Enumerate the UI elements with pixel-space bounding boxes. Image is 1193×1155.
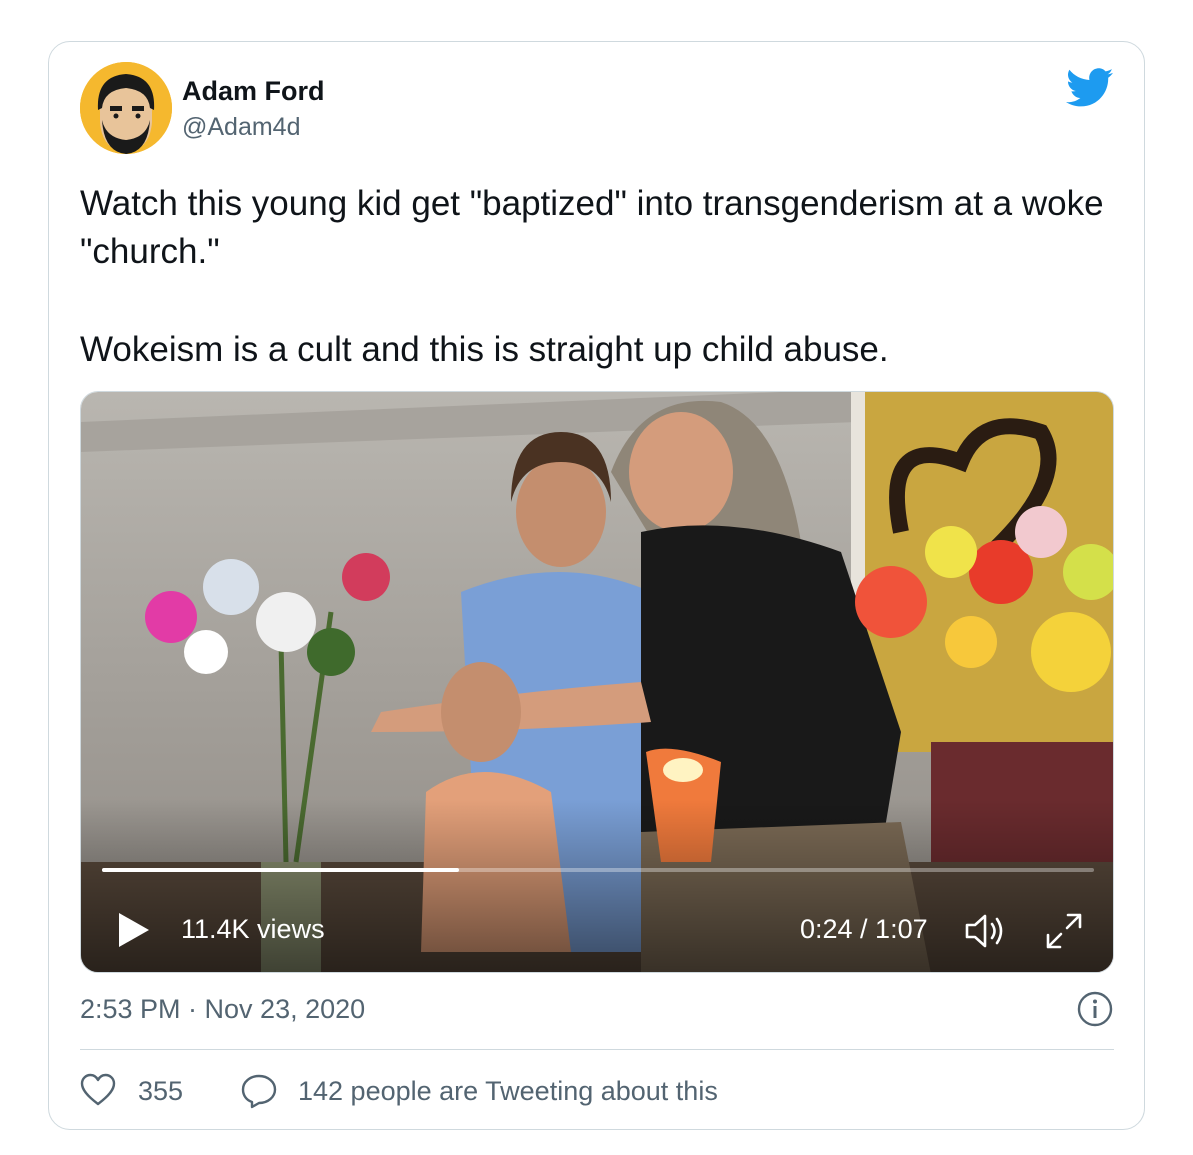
- reply-bubble-icon[interactable]: [240, 1073, 278, 1109]
- author-avatar[interactable]: [80, 62, 172, 154]
- video-progress-fill: [102, 868, 460, 872]
- tweet-paragraph-2: Wokeism is a cult and this is straight u…: [80, 330, 889, 369]
- video-views: 11.4K views: [181, 914, 325, 944]
- video-frame: [81, 392, 1113, 972]
- tweet-text: Watch this young kid get "baptized" into…: [80, 180, 1120, 374]
- info-icon[interactable]: [1076, 990, 1114, 1028]
- tweeting-about-link[interactable]: 142 people are Tweeting about this: [298, 1076, 718, 1107]
- volume-icon[interactable]: [963, 910, 1009, 952]
- tweet-paragraph-1: Watch this young kid get "baptized" into…: [80, 184, 1104, 271]
- tweet-timestamp[interactable]: 2:53 PM · Nov 23, 2020: [80, 994, 365, 1025]
- avatar-face-illustration: [80, 62, 172, 154]
- video-progress-bar[interactable]: [102, 868, 1094, 872]
- play-icon[interactable]: [117, 911, 151, 949]
- video-time: 0:24 / 1:07: [800, 914, 928, 944]
- author-handle[interactable]: @Adam4d: [182, 113, 301, 142]
- twitter-bird-icon[interactable]: [1066, 68, 1114, 108]
- author-name[interactable]: Adam Ford: [182, 76, 325, 107]
- heart-icon[interactable]: [80, 1073, 116, 1107]
- expand-icon[interactable]: [1044, 911, 1084, 951]
- video-player[interactable]: 11.4K views 0:24 / 1:07: [80, 391, 1114, 973]
- divider: [80, 1049, 1114, 1050]
- like-count[interactable]: 355: [138, 1076, 183, 1107]
